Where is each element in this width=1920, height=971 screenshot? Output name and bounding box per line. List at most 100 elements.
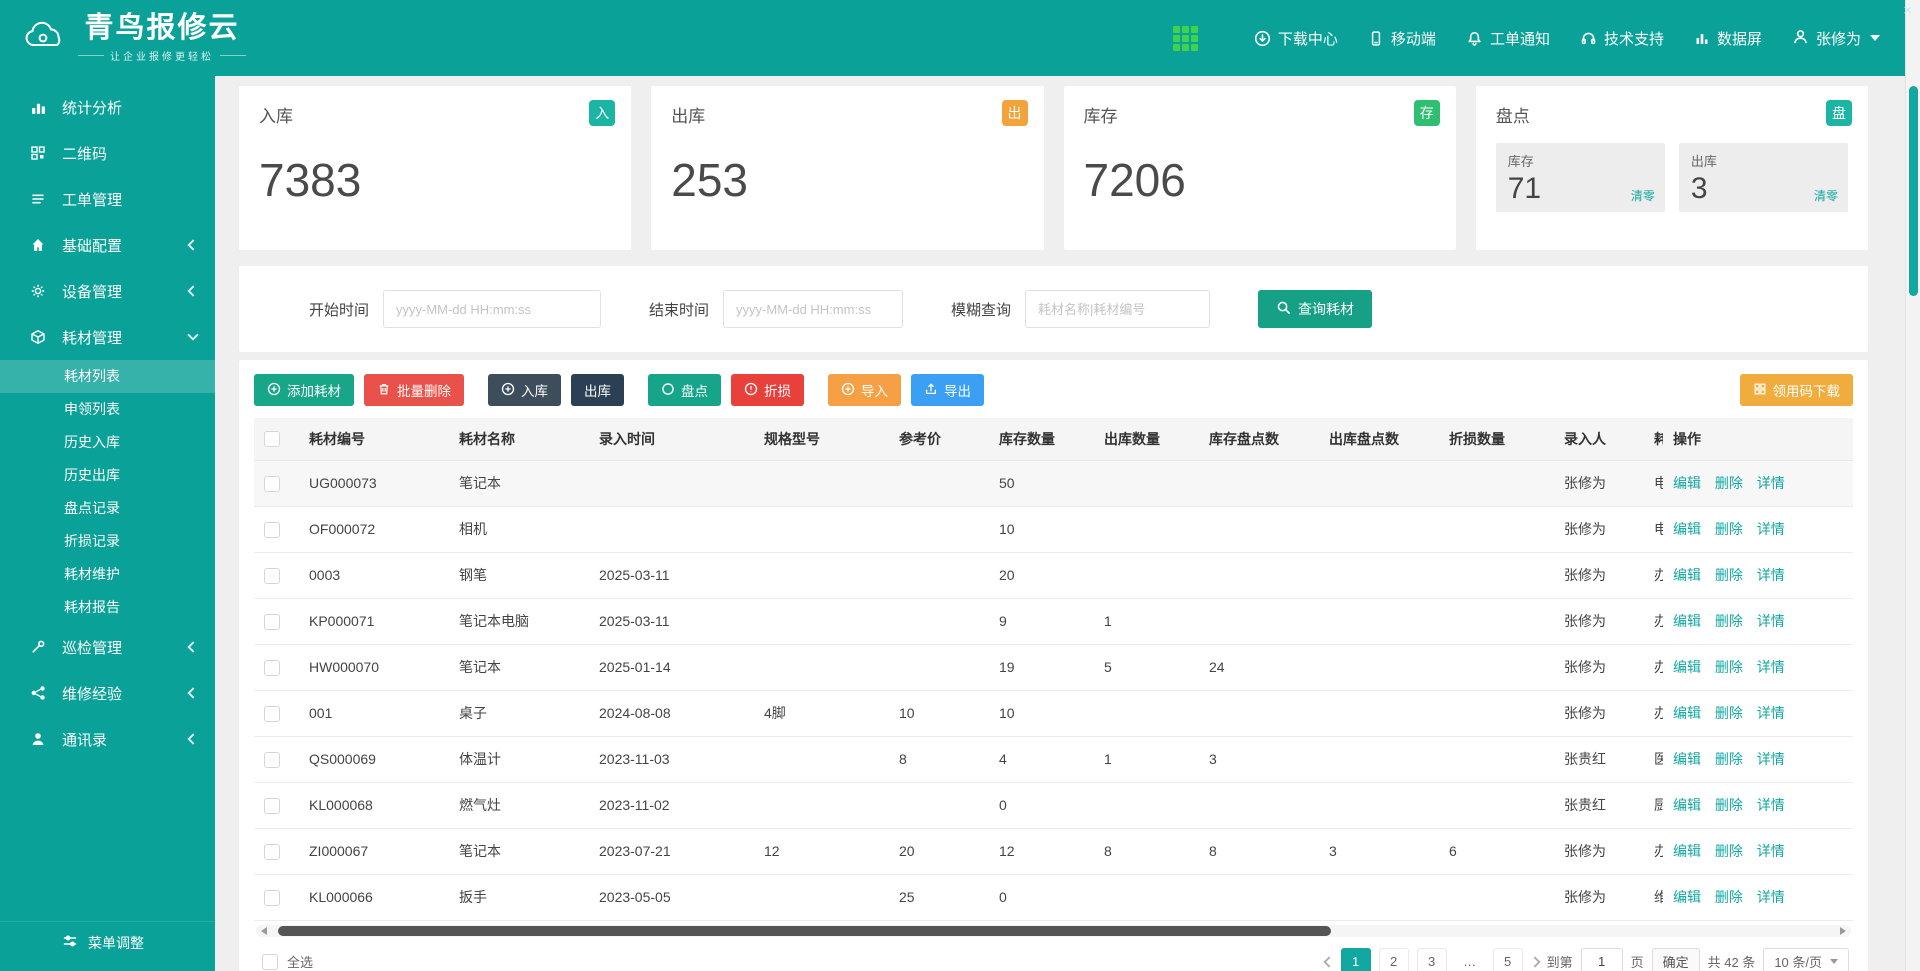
start-time-input[interactable] xyxy=(383,290,601,328)
delete-link[interactable]: 删除 xyxy=(1715,797,1743,813)
page-number[interactable]: 5 xyxy=(1493,948,1523,971)
apps-grid-icon[interactable] xyxy=(1173,26,1198,51)
row-checkbox[interactable] xyxy=(264,752,280,768)
delete-link[interactable]: 删除 xyxy=(1715,475,1743,491)
damage-button[interactable]: 折损 xyxy=(731,374,804,406)
sidebar-item-inspection[interactable]: 巡检管理 xyxy=(0,624,215,670)
detail-link[interactable]: 详情 xyxy=(1757,475,1785,491)
detail-link[interactable]: 详情 xyxy=(1757,889,1785,905)
sidebar-item-device[interactable]: 设备管理 xyxy=(0,268,215,314)
select-all-header-checkbox[interactable] xyxy=(264,431,280,447)
edit-link[interactable]: 编辑 xyxy=(1673,797,1701,813)
add-consumable-button[interactable]: 添加耗材 xyxy=(254,374,354,406)
row-checkbox[interactable] xyxy=(264,890,280,906)
submenu-item[interactable]: 历史出库 xyxy=(0,459,215,492)
edit-link[interactable]: 编辑 xyxy=(1673,567,1701,583)
submenu-item[interactable]: 耗材维护 xyxy=(0,558,215,591)
detail-link[interactable]: 详情 xyxy=(1757,567,1785,583)
delete-link[interactable]: 删除 xyxy=(1715,521,1743,537)
detail-link[interactable]: 详情 xyxy=(1757,797,1785,813)
inbound-button[interactable]: 入库 xyxy=(488,374,561,406)
sidebar-item-qrcode[interactable]: 二维码 xyxy=(0,130,215,176)
edit-link[interactable]: 编辑 xyxy=(1673,889,1701,905)
horizontal-scrollbar[interactable] xyxy=(256,925,1851,937)
detail-link[interactable]: 详情 xyxy=(1757,521,1785,537)
menu-adjust-button[interactable]: 菜单调整 xyxy=(0,921,215,963)
next-page-icon[interactable] xyxy=(1529,956,1540,967)
row-checkbox[interactable] xyxy=(264,568,280,584)
nav-download-center[interactable]: 下载中心 xyxy=(1254,28,1338,49)
sidebar-item-workorder[interactable]: 工单管理 xyxy=(0,176,215,222)
select-all-checkbox[interactable] xyxy=(262,954,278,970)
horizontal-scroll-thumb[interactable] xyxy=(278,926,1331,936)
confirm-button[interactable]: 确定 xyxy=(1652,948,1700,971)
submenu-item[interactable]: 申领列表 xyxy=(0,393,215,426)
close-icon[interactable]: × xyxy=(1903,3,1912,18)
delete-link[interactable]: 删除 xyxy=(1715,567,1743,583)
detail-link[interactable]: 详情 xyxy=(1757,843,1785,859)
export-button[interactable]: 导出 xyxy=(911,374,984,406)
nav-mobile[interactable]: 移动端 xyxy=(1368,28,1436,49)
page-size-select[interactable]: 10 条/页 xyxy=(1763,948,1849,971)
edit-link[interactable]: 编辑 xyxy=(1673,475,1701,491)
sidebar-item-baseconfig[interactable]: 基础配置 xyxy=(0,222,215,268)
search-consumable-button[interactable]: 查询耗材 xyxy=(1258,290,1372,328)
submenu-item[interactable]: 耗材列表 xyxy=(0,360,215,393)
page-number[interactable]: 3 xyxy=(1417,948,1447,971)
check-button[interactable]: 盘点 xyxy=(648,374,721,406)
delete-link[interactable]: 删除 xyxy=(1715,659,1743,675)
row-checkbox[interactable] xyxy=(264,706,280,722)
edit-link[interactable]: 编辑 xyxy=(1673,751,1701,767)
user-menu[interactable]: 张修为 xyxy=(1792,28,1880,49)
detail-link[interactable]: 详情 xyxy=(1757,751,1785,767)
submenu-item[interactable]: 折损记录 xyxy=(0,525,215,558)
import-button[interactable]: 导入 xyxy=(828,374,901,406)
vertical-scrollbar[interactable] xyxy=(1905,0,1920,971)
sidebar-item-consumable[interactable]: 耗材管理 xyxy=(0,314,215,360)
scroll-left-arrow-icon[interactable] xyxy=(261,927,267,935)
batch-delete-button[interactable]: 批量删除 xyxy=(364,374,464,406)
prev-page-icon[interactable] xyxy=(1323,956,1334,967)
fuzzy-query-input[interactable] xyxy=(1025,290,1210,328)
delete-link[interactable]: 删除 xyxy=(1715,705,1743,721)
vertical-scroll-thumb[interactable] xyxy=(1909,86,1918,296)
row-checkbox[interactable] xyxy=(264,614,280,630)
sidebar-item-experience[interactable]: 维修经验 xyxy=(0,670,215,716)
goto-page-input[interactable] xyxy=(1581,948,1623,971)
edit-link[interactable]: 编辑 xyxy=(1673,521,1701,537)
nav-tech-support[interactable]: 技术支持 xyxy=(1580,28,1664,49)
sidebar-item-stats[interactable]: 统计分析 xyxy=(0,84,215,130)
edit-link[interactable]: 编辑 xyxy=(1673,705,1701,721)
edit-link[interactable]: 编辑 xyxy=(1673,613,1701,629)
sidebar-item-contacts[interactable]: 通讯录 xyxy=(0,716,215,762)
delete-link[interactable]: 删除 xyxy=(1715,889,1743,905)
outbound-button[interactable]: 出库 xyxy=(571,374,624,406)
page-number[interactable]: … xyxy=(1455,948,1485,971)
detail-link[interactable]: 详情 xyxy=(1757,659,1785,675)
edit-link[interactable]: 编辑 xyxy=(1673,659,1701,675)
clear-stock-link[interactable]: 清零 xyxy=(1631,187,1655,204)
usage-code-download-button[interactable]: 领用码下载 xyxy=(1740,374,1854,406)
page-number[interactable]: 1 xyxy=(1341,948,1371,971)
row-checkbox[interactable] xyxy=(264,798,280,814)
end-time-input[interactable] xyxy=(723,290,903,328)
delete-link[interactable]: 删除 xyxy=(1715,613,1743,629)
submenu-item[interactable]: 历史入库 xyxy=(0,426,215,459)
row-checkbox[interactable] xyxy=(264,522,280,538)
submenu-item[interactable]: 耗材报告 xyxy=(0,591,215,624)
delete-link[interactable]: 删除 xyxy=(1715,751,1743,767)
clear-outbound-link[interactable]: 清零 xyxy=(1814,187,1838,204)
scroll-right-arrow-icon[interactable] xyxy=(1840,927,1846,935)
edit-link[interactable]: 编辑 xyxy=(1673,843,1701,859)
row-checkbox[interactable] xyxy=(264,844,280,860)
nav-workorder-notice[interactable]: 工单通知 xyxy=(1466,28,1550,49)
page-number[interactable]: 2 xyxy=(1379,948,1409,971)
submenu-item[interactable]: 盘点记录 xyxy=(0,492,215,525)
detail-link[interactable]: 详情 xyxy=(1757,705,1785,721)
table-row: HW000070 笔记本 2025-01-14 19 5 24 张修为 办 xyxy=(254,644,1853,690)
row-checkbox[interactable] xyxy=(264,476,280,492)
row-checkbox[interactable] xyxy=(264,660,280,676)
nav-data-screen[interactable]: 数据屏 xyxy=(1694,28,1762,49)
detail-link[interactable]: 详情 xyxy=(1757,613,1785,629)
delete-link[interactable]: 删除 xyxy=(1715,843,1743,859)
